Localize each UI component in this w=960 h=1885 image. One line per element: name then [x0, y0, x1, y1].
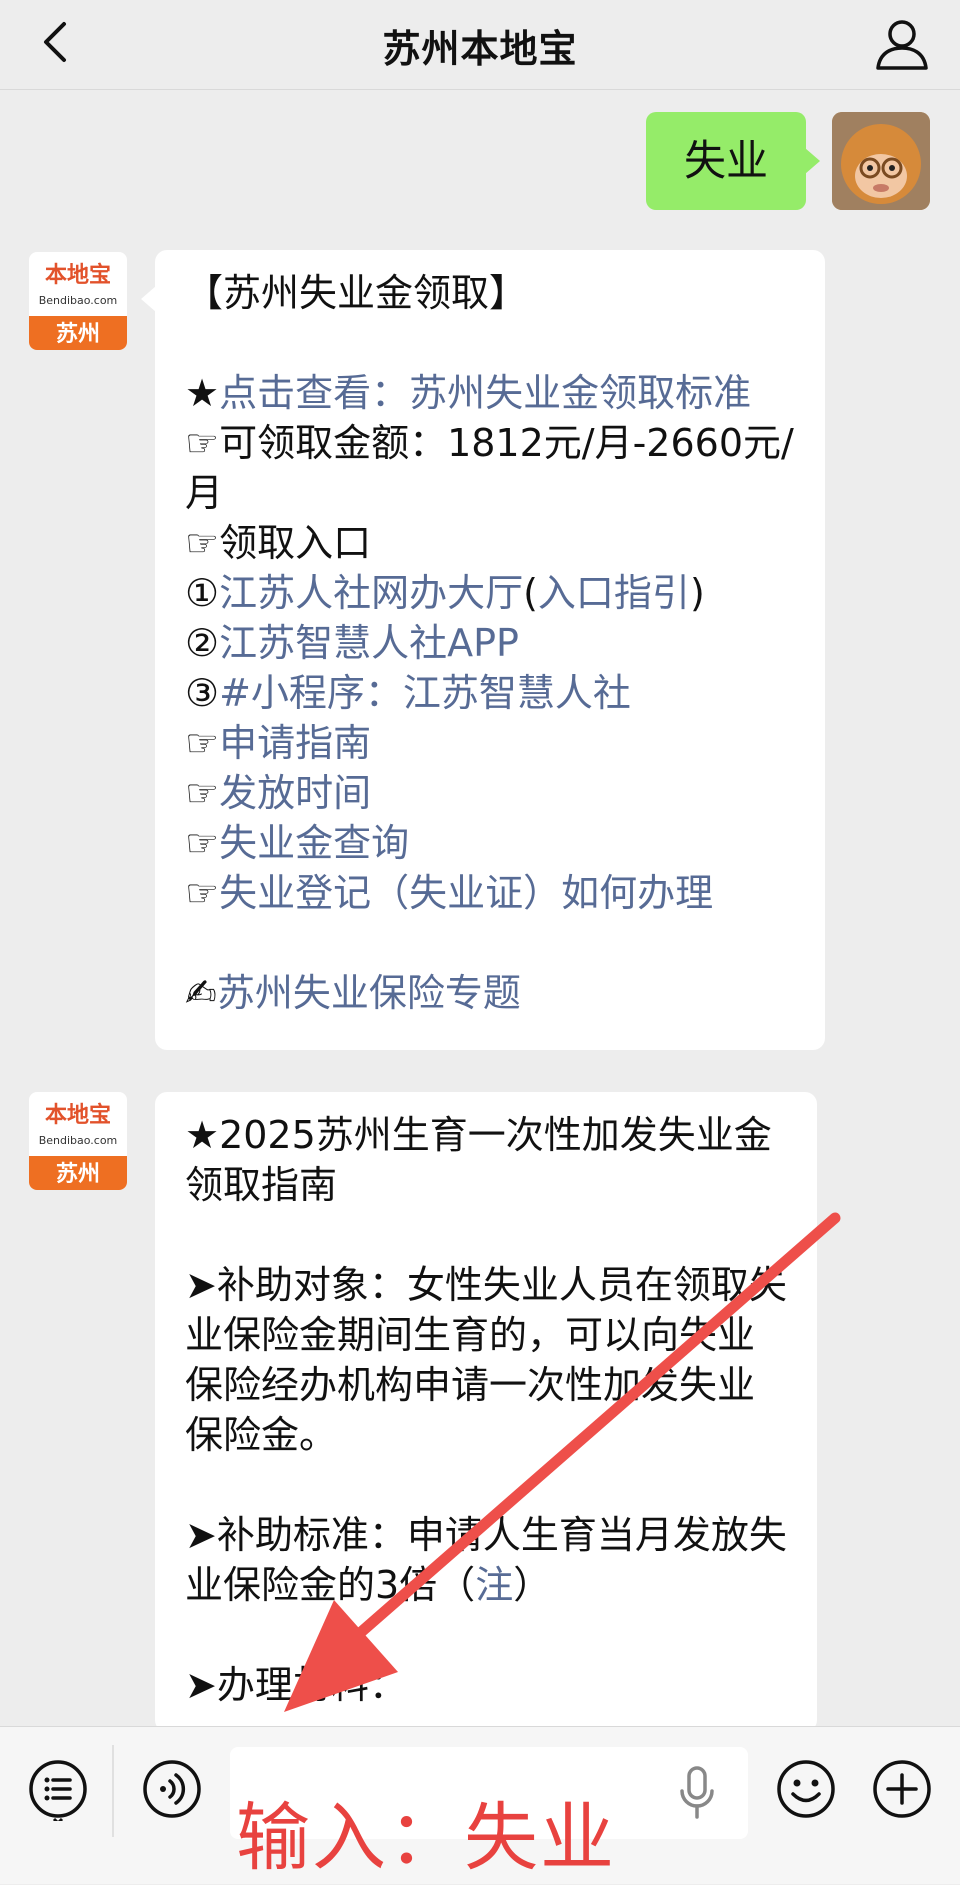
circled-number: ② [185, 621, 220, 665]
bendibao-logo-icon: 本地宝 Bendibao.com 苏州 [29, 1092, 127, 1190]
annotation-text: 输入：失业 [236, 1795, 616, 1881]
bot-avatar[interactable]: 本地宝 Bendibao.com 苏州 [29, 1092, 127, 1190]
logo-city: 苏州 [56, 321, 100, 347]
apply-guide-link[interactable]: 申请指南 [219, 721, 371, 765]
bot-message-card-2: ★2025苏州生育一次性加发失业金领取指南 ➤补助对象：女性失业人员在领取失业保… [155, 1092, 817, 1732]
card-title: 【苏州失业金领取】 [185, 271, 528, 315]
navbar: 苏州本地宝 [0, 0, 960, 90]
circled-number: ③ [185, 671, 220, 715]
logo-domain: Bendibao.com [39, 294, 118, 307]
bot-message-card-1: 【苏州失业金领取】 ★点击查看：苏州失业金领取标准 ☞可领取金额：1812元/月… [141, 250, 825, 1050]
user-bubble[interactable]: 失业 [645, 112, 821, 210]
logo-brand: 本地宝 [45, 262, 111, 288]
voice-icon[interactable] [140, 1757, 204, 1821]
query-link[interactable]: 失业金查询 [219, 821, 409, 865]
materials-text: ➤办理材料： [185, 1663, 407, 1707]
pointing-hand-icon: ☞ [185, 871, 220, 915]
plus-circle-icon[interactable] [870, 1757, 934, 1821]
pointing-hand-icon: ☞ [185, 521, 220, 565]
circled-number: ① [185, 571, 220, 615]
user-message: 失业 [645, 112, 930, 210]
paren: ( [523, 571, 538, 615]
emoji-smile-icon[interactable] [774, 1757, 838, 1821]
monkey-avatar-icon [832, 112, 930, 210]
pointing-hand-icon: ☞ [185, 421, 220, 465]
list-menu-icon[interactable] [26, 1757, 90, 1821]
target-text: ➤补助对象：女性失业人员在领取失业保险金期间生育的，可以向失业保险经办机构申请一… [185, 1263, 787, 1457]
entry-link-2[interactable]: 江苏智慧人社APP [219, 621, 519, 665]
bendibao-logo-icon: 本地宝 Bendibao.com 苏州 [29, 252, 127, 350]
writing-hand-icon: ✍ [185, 971, 217, 1015]
payout-time-link[interactable]: 发放时间 [219, 771, 371, 815]
entry-label: 领取入口 [219, 521, 372, 565]
logo-brand: 本地宝 [45, 1102, 111, 1128]
standard-link[interactable]: 点击查看：苏州失业金领取标准 [219, 371, 751, 415]
card-title: ★2025苏州生育一次性加发失业金领取指南 [185, 1113, 772, 1207]
microphone-icon[interactable] [676, 1765, 718, 1823]
standard-suffix: ） [513, 1563, 552, 1607]
entry-link-1[interactable]: 江苏人社网办大厅 [219, 571, 523, 615]
entry-link-3[interactable]: #小程序：江苏智慧人社 [219, 671, 631, 715]
avatar[interactable] [832, 112, 930, 210]
person-icon[interactable] [872, 14, 932, 74]
topic-link[interactable]: 苏州失业保险专题 [217, 971, 521, 1015]
amount-text: 可领取金额：1812元/月-2660元/月 [185, 421, 794, 515]
logo-domain: Bendibao.com [39, 1134, 118, 1147]
page-title: 苏州本地宝 [382, 27, 578, 71]
toolbar-divider [112, 1745, 114, 1837]
bot-avatar[interactable]: 本地宝 Bendibao.com 苏州 [29, 252, 127, 350]
star-icon: ★ [185, 371, 220, 415]
logo-city: 苏州 [56, 1161, 100, 1187]
pointing-hand-icon: ☞ [185, 821, 220, 865]
register-link[interactable]: 失业登记（失业证）如何办理 [219, 871, 713, 915]
paren: ) [689, 571, 705, 615]
pointing-hand-icon: ☞ [185, 721, 220, 765]
pointing-hand-icon: ☞ [185, 771, 220, 815]
note-link[interactable]: 注 [475, 1563, 513, 1607]
entry-guide-link[interactable]: 入口指引 [538, 571, 690, 615]
